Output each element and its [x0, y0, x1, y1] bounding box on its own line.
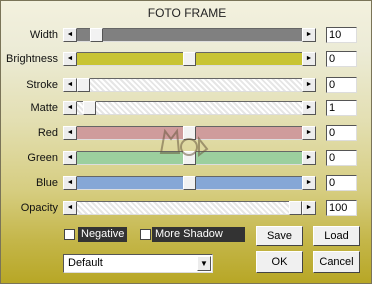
- slider-track[interactable]: [77, 78, 302, 92]
- more-shadow-checkbox[interactable]: [140, 229, 151, 240]
- left-arrow-icon[interactable]: ◄: [63, 176, 77, 190]
- left-arrow-icon[interactable]: ◄: [63, 28, 77, 42]
- slider-row-matte: Matte ◄ ► 1: [1, 100, 372, 118]
- slider-label: Brightness: [6, 53, 58, 65]
- slider-row-stroke: Stroke ◄ ► 0: [1, 77, 372, 95]
- more-shadow-label: More Shadow: [152, 227, 245, 242]
- slider-label: Blue: [35, 177, 58, 189]
- slider-thumb[interactable]: [77, 78, 90, 92]
- left-arrow-icon[interactable]: ◄: [63, 126, 77, 140]
- foto-frame-dialog: FOTO FRAME Width ◄ ► 10 Brightness ◄ ► 0 Stroke ◄…: [0, 0, 372, 284]
- watermark-logo-icon: [159, 128, 209, 157]
- slider-value-field[interactable]: 0: [326, 51, 357, 67]
- load-button[interactable]: Load: [313, 226, 360, 246]
- right-arrow-icon[interactable]: ►: [302, 151, 316, 165]
- slider-row-brightness: Brightness ◄ ► 0: [1, 51, 372, 69]
- slider-value-field[interactable]: 0: [326, 150, 357, 166]
- slider-value-field[interactable]: 0: [326, 77, 357, 93]
- slider-label: Stroke: [26, 79, 58, 91]
- slider-label: Red: [37, 127, 58, 139]
- negative-label: Negative: [78, 227, 128, 242]
- slider-value-field[interactable]: 0: [326, 125, 357, 141]
- left-arrow-icon[interactable]: ◄: [63, 151, 77, 165]
- right-arrow-icon[interactable]: ►: [302, 176, 316, 190]
- right-arrow-icon[interactable]: ►: [302, 101, 316, 115]
- negative-checkbox[interactable]: [64, 229, 75, 240]
- slider-track[interactable]: [77, 52, 302, 66]
- slider-value-field[interactable]: 100: [326, 200, 357, 216]
- slider-track[interactable]: [77, 176, 302, 190]
- slider-row-width: Width ◄ ► 10: [1, 27, 372, 45]
- slider-track[interactable]: [77, 28, 302, 42]
- ok-button[interactable]: OK: [256, 251, 303, 273]
- slider-track[interactable]: [77, 201, 302, 215]
- left-arrow-icon[interactable]: ◄: [63, 52, 77, 66]
- right-arrow-icon[interactable]: ►: [302, 201, 316, 215]
- slider-label: Width: [29, 29, 58, 41]
- left-arrow-icon[interactable]: ◄: [63, 201, 77, 215]
- slider-label: Green: [27, 152, 58, 164]
- slider-value-field[interactable]: 1: [326, 100, 357, 116]
- cancel-button[interactable]: Cancel: [313, 251, 360, 273]
- right-arrow-icon[interactable]: ►: [302, 28, 316, 42]
- slider-thumb[interactable]: [183, 176, 196, 190]
- right-arrow-icon[interactable]: ►: [302, 126, 316, 140]
- slider-label: Matte: [30, 102, 58, 114]
- save-button[interactable]: Save: [256, 226, 303, 246]
- slider-thumb[interactable]: [83, 101, 96, 115]
- slider-value-field[interactable]: 10: [326, 27, 357, 43]
- slider-row-blue: Blue ◄ ► 0: [1, 175, 372, 193]
- slider-thumb[interactable]: [90, 28, 103, 42]
- preset-select[interactable]: Default ▼: [63, 254, 213, 273]
- dialog-title: FOTO FRAME: [147, 6, 227, 20]
- right-arrow-icon[interactable]: ►: [302, 52, 316, 66]
- slider-value-field[interactable]: 0: [326, 175, 357, 191]
- slider-label: Opacity: [20, 202, 58, 214]
- slider-track[interactable]: [77, 101, 302, 115]
- right-arrow-icon[interactable]: ►: [302, 78, 316, 92]
- slider-thumb[interactable]: [289, 201, 302, 215]
- slider-thumb[interactable]: [183, 52, 196, 66]
- chevron-down-icon[interactable]: ▼: [197, 256, 211, 271]
- slider-row-opacity: Opacity ◄ ► 100: [1, 200, 372, 218]
- left-arrow-icon[interactable]: ◄: [63, 101, 77, 115]
- left-arrow-icon[interactable]: ◄: [63, 78, 77, 92]
- preset-selected-value: Default: [68, 257, 103, 269]
